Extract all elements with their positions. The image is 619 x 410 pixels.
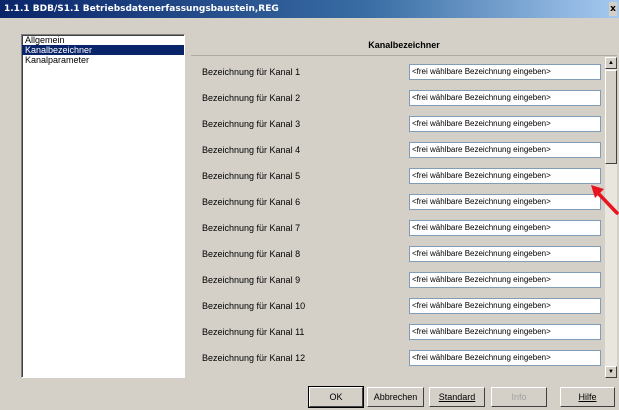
red-arrow-icon <box>591 185 619 215</box>
channel-name-field[interactable]: <frei wählbare Bezeichnung eingeben> <box>409 350 601 366</box>
channel-name-field[interactable]: <frei wählbare Bezeichnung eingeben> <box>409 64 601 80</box>
channel-name-field[interactable]: <frei wählbare Bezeichnung eingeben> <box>409 246 601 262</box>
table-row: Bezeichnung für Kanal 9 <frei wählbare B… <box>191 268 605 294</box>
channel-label: Bezeichnung für Kanal 7 <box>202 223 301 233</box>
close-icon[interactable]: x <box>609 2 617 16</box>
channel-name-field[interactable]: <frei wählbare Bezeichnung eingeben> <box>409 298 601 314</box>
channel-label: Bezeichnung für Kanal 12 <box>202 353 306 363</box>
channel-name-field[interactable]: <frei wählbare Bezeichnung eingeben> <box>409 194 601 210</box>
table-row: Bezeichnung für Kanal 12 <frei wählbare … <box>191 346 605 372</box>
table-row: Bezeichnung für Kanal 10 <frei wählbare … <box>191 294 605 320</box>
panel-title: Kanalbezeichner <box>191 34 617 56</box>
channel-name-field[interactable]: <frei wählbare Bezeichnung eingeben> <box>409 272 601 288</box>
sidebar-tree: Allgemein Kanalbezeichner Kanalparameter <box>21 34 185 378</box>
channel-label: Bezeichnung für Kanal 2 <box>202 93 301 103</box>
sidebar-item-kanalbezeichner[interactable]: Kanalbezeichner <box>22 45 184 55</box>
table-row: Bezeichnung für Kanal 8 <frei wählbare B… <box>191 242 605 268</box>
scroll-thumb[interactable] <box>605 70 617 164</box>
sidebar-item-allgemein[interactable]: Allgemein <box>22 35 184 45</box>
channel-label: Bezeichnung für Kanal 5 <box>202 171 301 181</box>
channel-label: Bezeichnung für Kanal 10 <box>202 301 306 311</box>
table-row: Bezeichnung für Kanal 2 <frei wählbare B… <box>191 86 605 112</box>
scroll-up-icon[interactable]: ▲ <box>605 57 617 69</box>
ok-button[interactable]: OK <box>308 386 364 408</box>
channel-label: Bezeichnung für Kanal 9 <box>202 275 301 285</box>
table-row: Bezeichnung für Kanal 5 <frei wählbare B… <box>191 164 605 190</box>
table-row: Bezeichnung für Kanal 11 <frei wählbare … <box>191 320 605 346</box>
title-bar: 1.1.1 BDB/S1.1 Betriebsdatenerfassungsba… <box>0 0 619 18</box>
table-row: Bezeichnung für Kanal 1 <frei wählbare B… <box>191 60 605 86</box>
channel-name-field[interactable]: <frei wählbare Bezeichnung eingeben> <box>409 116 601 132</box>
channel-list: Bezeichnung für Kanal 1 <frei wählbare B… <box>191 60 605 378</box>
table-row: Bezeichnung für Kanal 4 <frei wählbare B… <box>191 138 605 164</box>
table-row: Bezeichnung für Kanal 6 <frei wählbare B… <box>191 190 605 216</box>
vertical-scrollbar[interactable]: ▲ ▼ <box>605 57 617 378</box>
sidebar-item-kanalparameter[interactable]: Kanalparameter <box>22 55 184 65</box>
cancel-button[interactable]: Abbrechen <box>367 387 424 407</box>
channel-label: Bezeichnung für Kanal 1 <box>202 67 301 77</box>
channel-label: Bezeichnung für Kanal 8 <box>202 249 301 259</box>
help-button[interactable]: Hilfe <box>560 387 615 407</box>
table-row: Bezeichnung für Kanal 7 <frei wählbare B… <box>191 216 605 242</box>
table-row: Bezeichnung für Kanal 3 <frei wählbare B… <box>191 112 605 138</box>
info-button[interactable]: Info <box>491 387 547 407</box>
window-title: 1.1.1 BDB/S1.1 Betriebsdatenerfassungsba… <box>4 4 279 14</box>
channel-name-field[interactable]: <frei wählbare Bezeichnung eingeben> <box>409 168 601 184</box>
channel-label: Bezeichnung für Kanal 4 <box>202 145 301 155</box>
channel-label: Bezeichnung für Kanal 3 <box>202 119 301 129</box>
standard-button[interactable]: Standard <box>429 387 485 407</box>
scroll-down-icon[interactable]: ▼ <box>605 366 617 378</box>
channel-name-field[interactable]: <frei wählbare Bezeichnung eingeben> <box>409 142 601 158</box>
channel-name-field[interactable]: <frei wählbare Bezeichnung eingeben> <box>409 90 601 106</box>
channel-label: Bezeichnung für Kanal 6 <box>202 197 301 207</box>
channel-name-field[interactable]: <frei wählbare Bezeichnung eingeben> <box>409 220 601 236</box>
channel-label: Bezeichnung für Kanal 11 <box>202 327 305 337</box>
channel-name-field[interactable]: <frei wählbare Bezeichnung eingeben> <box>409 324 601 340</box>
